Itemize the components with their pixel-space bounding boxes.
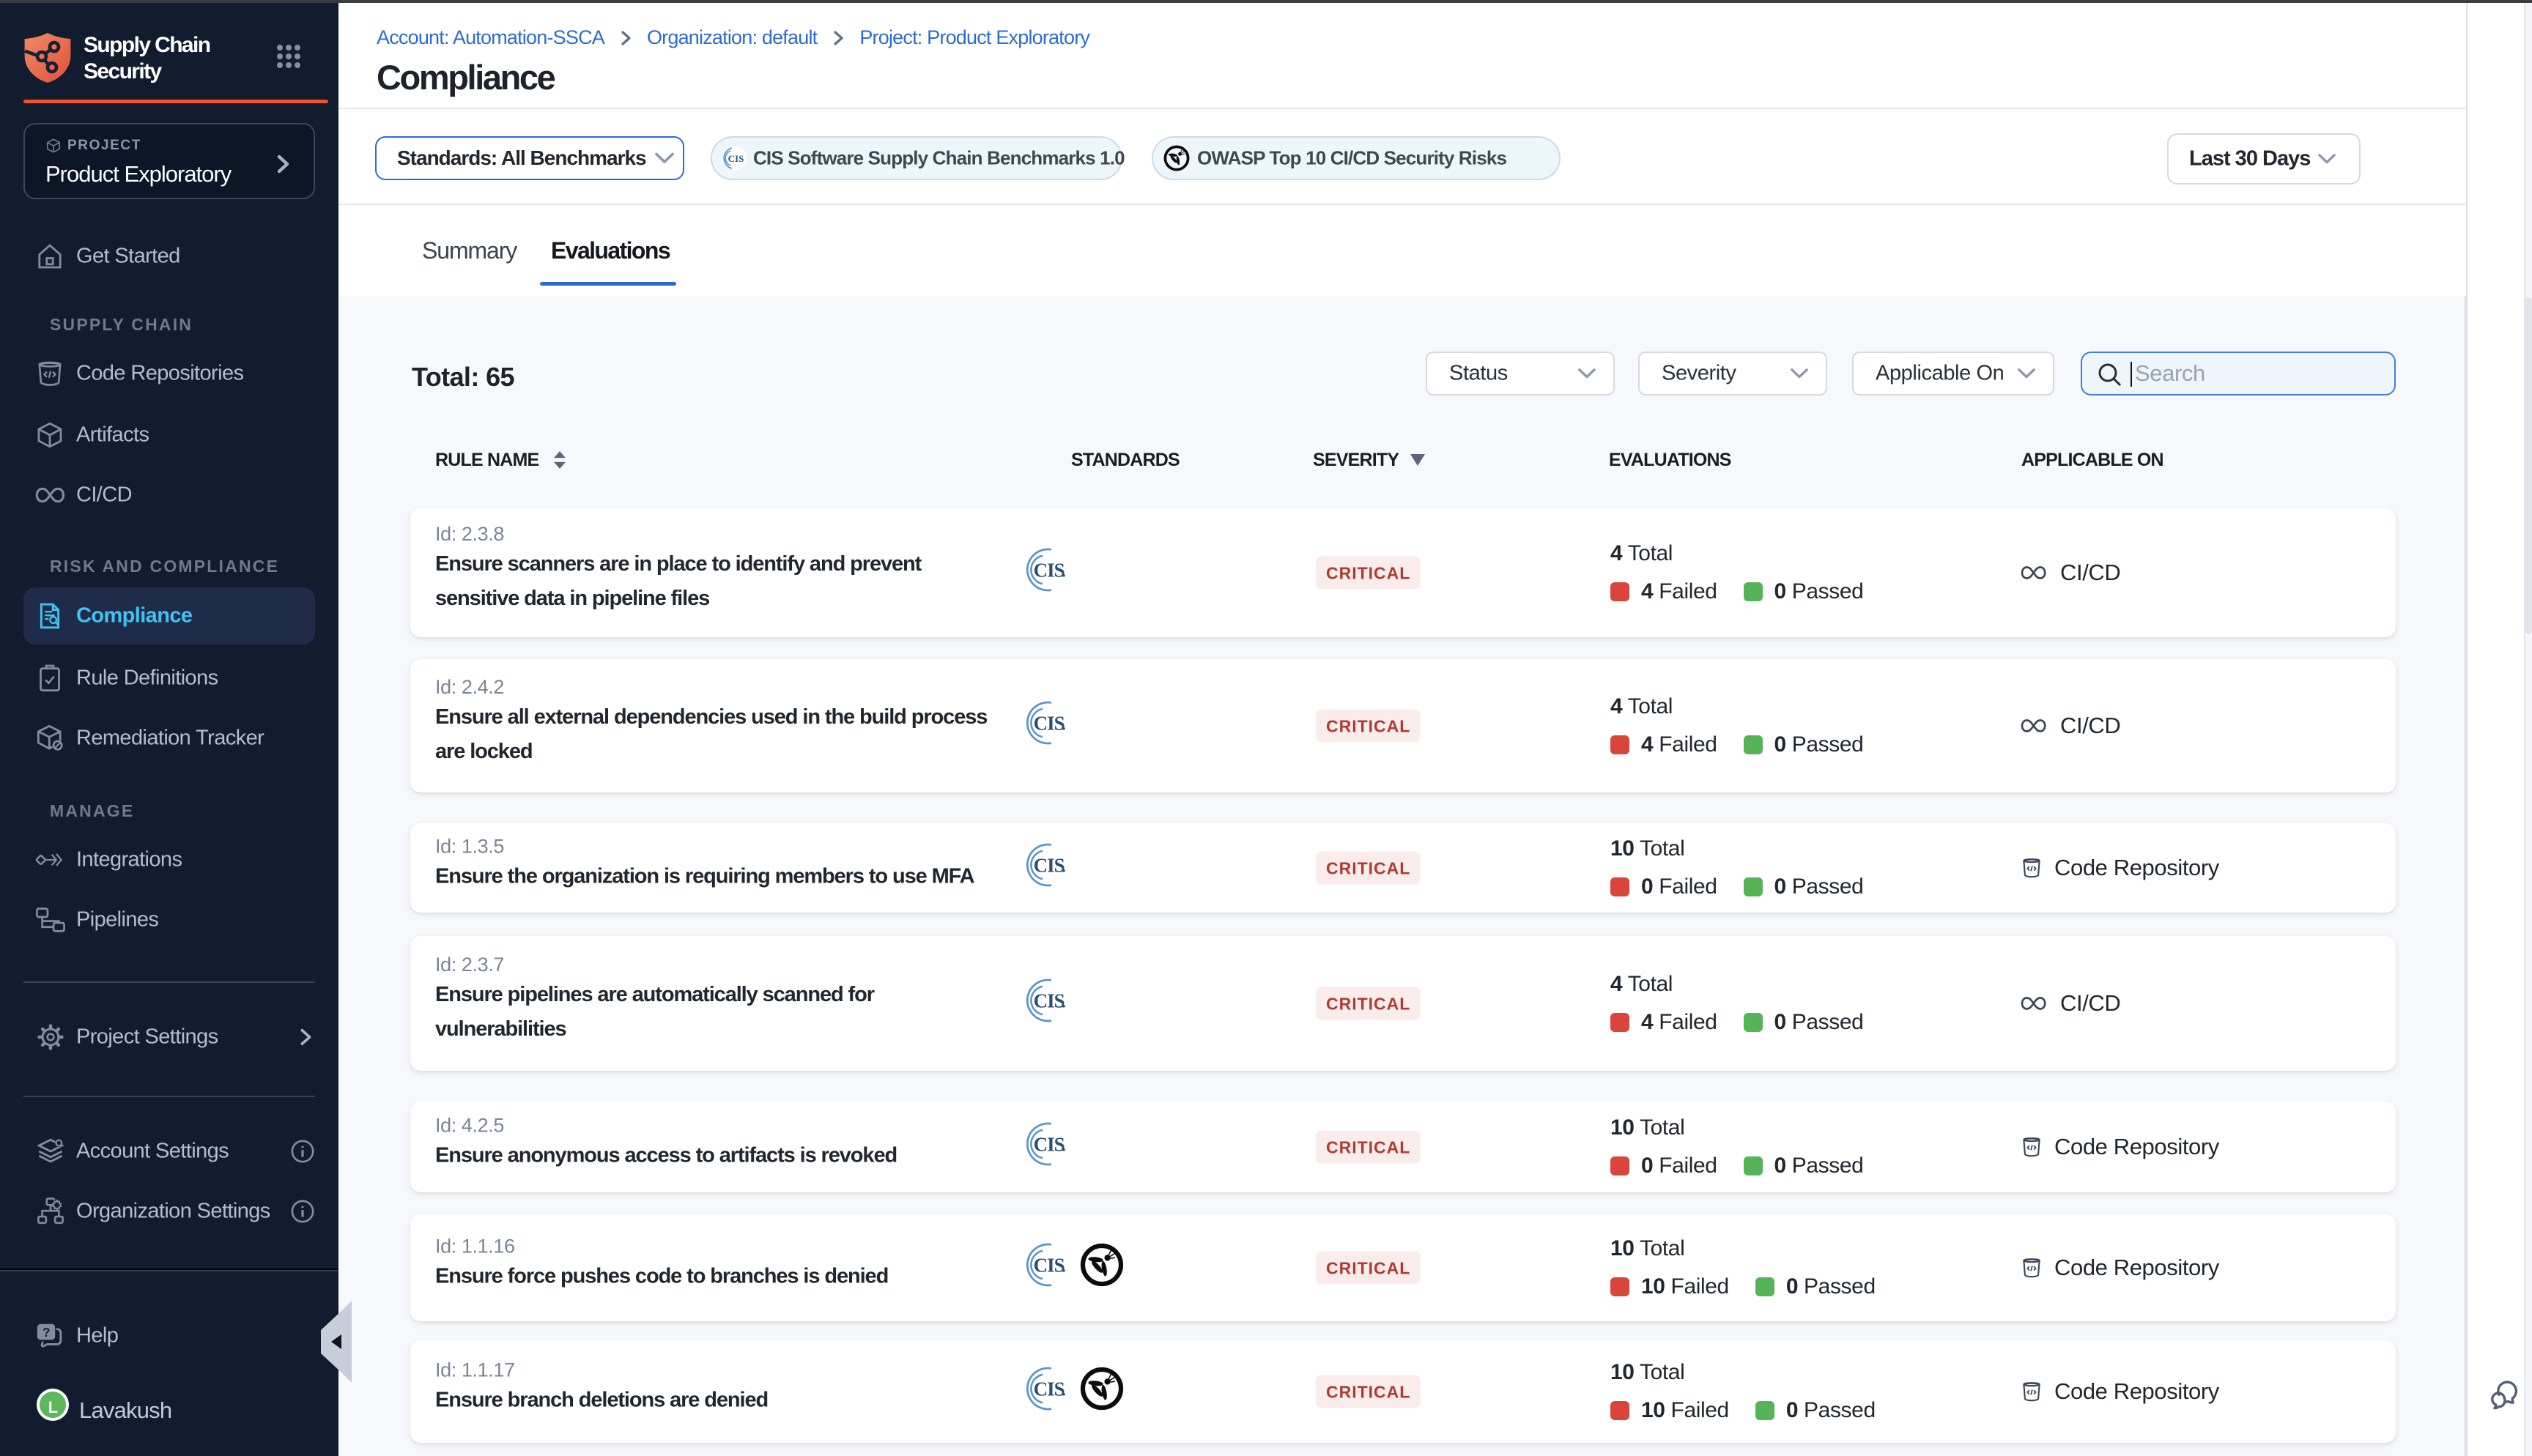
svg-text:CIS: CIS	[1034, 1133, 1065, 1155]
svg-text:CIS: CIS	[1034, 989, 1065, 1011]
svg-text:CIS: CIS	[1034, 559, 1065, 581]
svg-text:CIS: CIS	[728, 153, 744, 164]
svg-text:CIS: CIS	[1034, 1254, 1065, 1276]
svg-text:CIS: CIS	[1034, 854, 1065, 876]
svg-text:CIS: CIS	[1034, 712, 1065, 734]
svg-text:?: ?	[42, 1325, 50, 1340]
svg-text:CIS: CIS	[1034, 1378, 1065, 1400]
